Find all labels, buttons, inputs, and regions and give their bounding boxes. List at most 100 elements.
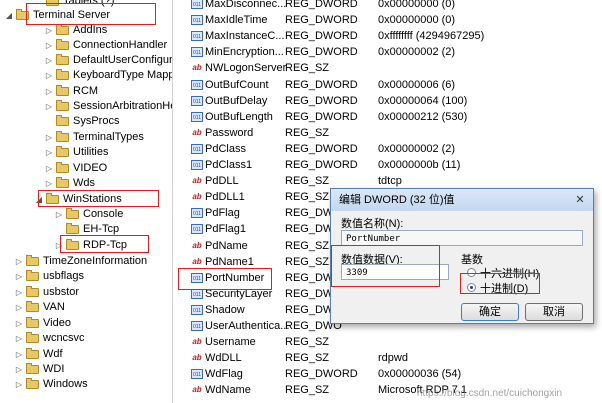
value-row[interactable]: ab Username REG_SZ: [173, 334, 602, 350]
dec-radio[interactable]: [467, 283, 476, 292]
tree-item-label: Wdf: [43, 348, 63, 360]
tree-item-label: EH-Tcp: [83, 223, 120, 235]
expander-icon[interactable]: ▷: [44, 161, 54, 176]
tree-item-label: usbflags: [43, 270, 84, 282]
tree-item-label: SysProcs: [73, 115, 120, 127]
folder-icon: [66, 223, 79, 234]
value-row[interactable]: 011 MinEncryption... REG_DWORD 0x00000002 (…: [173, 44, 602, 60]
expander-icon[interactable]: ▷: [14, 300, 24, 315]
dword-value-icon: 011: [191, 369, 203, 380]
expander-icon[interactable]: ▷: [44, 176, 54, 191]
tree-item-label: Console: [83, 208, 124, 220]
tree-item-label: VAN: [43, 301, 65, 313]
dialog-title: 编辑 DWORD (32 位)值: [331, 189, 593, 211]
dword-value-icon: 011: [191, 15, 203, 26]
expander-icon[interactable]: ▷: [14, 285, 24, 300]
expander-icon[interactable]: ▷: [44, 53, 54, 68]
tree-item-label: WinStations: [63, 193, 122, 205]
folder-icon: [66, 239, 79, 250]
ok-button[interactable]: 确定: [461, 303, 519, 321]
value-type: REG_SZ: [285, 384, 330, 397]
value-data: 0x00000002 (2): [378, 46, 456, 59]
expander-icon[interactable]: ▷: [14, 362, 24, 377]
dword-value-icon: 011: [191, 143, 203, 154]
tree-item-label: Windows: [43, 378, 88, 390]
string-value-icon: ab: [192, 176, 202, 186]
value-type: REG_SZ: [285, 126, 330, 139]
expander-icon[interactable]: ▷: [14, 254, 24, 269]
tree-item-label: Video: [43, 317, 71, 329]
expander-icon[interactable]: ▷: [14, 269, 24, 284]
expander-icon[interactable]: [44, 114, 54, 129]
expander-icon[interactable]: ▷: [54, 207, 64, 222]
value-row[interactable]: ab Password REG_SZ: [173, 125, 602, 141]
value-data: 0x00000002 (2): [378, 142, 456, 155]
folder-icon: [56, 39, 69, 50]
value-name: UserAuthentica...: [205, 320, 290, 332]
folder-icon: [56, 131, 69, 142]
dec-radio-label[interactable]: 十进制(D): [480, 280, 528, 296]
expander-icon[interactable]: ▷: [44, 84, 54, 99]
value-type: REG_SZ: [285, 62, 330, 75]
value-row[interactable]: 011 MaxDisconnec... REG_DWORD 0x00000000 (0…: [173, 0, 602, 12]
tree-item-label: Utilities: [73, 146, 109, 158]
value-row[interactable]: 011 WdFlag REG_DWORD 0x00000036 (54): [173, 366, 602, 382]
folder-icon: [66, 208, 79, 219]
dword-value-icon: 011: [191, 79, 203, 90]
value-type: REG_DWORD: [285, 14, 358, 27]
folder-icon: [56, 146, 69, 157]
hex-radio-label[interactable]: 十六进制(H): [480, 265, 539, 281]
expander-icon[interactable]: ▷: [44, 99, 54, 114]
value-name: PdFlag: [205, 207, 240, 220]
value-name: PdFlag1: [205, 223, 246, 236]
cancel-button[interactable]: 取消: [525, 303, 583, 321]
tree-item-label: TerminalTypes: [73, 131, 144, 143]
dword-value-icon: 011: [191, 272, 203, 283]
value-row[interactable]: 011 MaxInstanceC... REG_DWORD 0xffffffff (4…: [173, 28, 602, 44]
tree-item-label: ConnectionHandler: [73, 39, 168, 51]
tree-item-label: KeyboardType Mapp: [73, 69, 173, 81]
value-row[interactable]: 011 MaxIdleTime REG_DWORD 0x00000000 (0): [173, 12, 602, 28]
tree-item-label: usbstor: [43, 286, 80, 298]
close-icon[interactable]: ✕: [573, 193, 587, 207]
value-name: OutBufCount: [205, 78, 269, 91]
folder-icon: [26, 378, 39, 389]
expander-icon[interactable]: [54, 222, 64, 237]
value-name: NWLogonServer: [205, 62, 287, 75]
value-name: PdName: [205, 239, 248, 252]
value-name: WdDLL: [205, 352, 242, 365]
expander-icon[interactable]: ▷: [44, 145, 54, 160]
value-type: REG_DWORD: [285, 94, 358, 107]
value-name: MaxIdleTime: [205, 14, 268, 27]
value-name: SecurityLayer: [205, 287, 273, 300]
folder-icon: [26, 332, 39, 343]
value-name: Shadow: [205, 303, 245, 316]
value-row[interactable]: 011 OutBufCount REG_DWORD 0x00000006 (6): [173, 77, 602, 93]
expander-icon[interactable]: ◢: [34, 192, 44, 207]
value-data-input[interactable]: 3309: [341, 264, 449, 280]
value-row[interactable]: 011 PdClass REG_DWORD 0x00000002 (2): [173, 141, 602, 157]
string-value-icon: ab: [192, 256, 202, 266]
folder-icon: [16, 9, 29, 20]
dword-value-icon: 011: [191, 288, 203, 299]
expander-icon[interactable]: ◢: [4, 8, 14, 23]
hex-radio[interactable]: [467, 268, 476, 277]
expander-icon[interactable]: ▷: [44, 130, 54, 145]
expander-icon[interactable]: ▷: [54, 238, 64, 253]
value-row[interactable]: ab WdDLL REG_SZ rdpwd: [173, 350, 602, 366]
value-row[interactable]: 011 OutBufLength REG_DWORD 0x00000212 (530): [173, 109, 602, 125]
expander-icon[interactable]: ▷: [14, 377, 24, 392]
folder-icon: [56, 85, 69, 96]
folder-icon: [46, 0, 59, 6]
string-value-icon: ab: [192, 127, 202, 137]
expander-icon[interactable]: ▷: [14, 347, 24, 362]
expander-icon[interactable]: ▷: [14, 331, 24, 346]
value-row[interactable]: ab PdDLL REG_SZ tdtcp: [173, 173, 602, 189]
value-row[interactable]: ab NWLogonServer REG_SZ: [173, 60, 602, 76]
expander-icon[interactable]: ▷: [14, 316, 24, 331]
value-row[interactable]: 011 OutBufDelay REG_DWORD 0x00000064 (100): [173, 93, 602, 109]
expander-icon[interactable]: ▷: [44, 68, 54, 83]
expander-icon[interactable]: ▷: [44, 38, 54, 53]
value-row[interactable]: 011 PdClass1 REG_DWORD 0x0000000b (11): [173, 157, 602, 173]
expander-icon[interactable]: ▷: [44, 23, 54, 38]
